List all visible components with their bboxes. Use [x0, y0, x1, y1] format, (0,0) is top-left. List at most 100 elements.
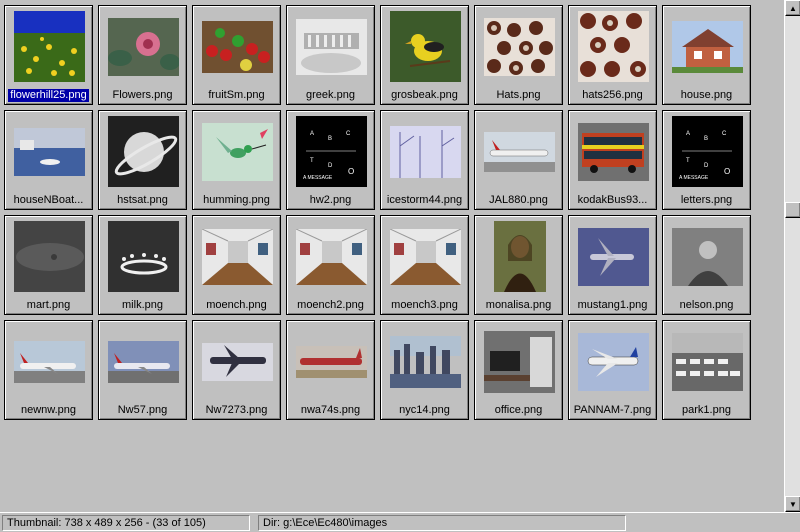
thumbnail-image: [672, 11, 743, 82]
thumbnail-caption: office.png: [494, 404, 543, 416]
scroll-up-button[interactable]: ▲: [785, 0, 800, 16]
thumbnail-caption: letters.png: [680, 194, 733, 206]
thumbnail-grid: flowerhill25.png Flowers.png fruitSm.png gr…: [0, 0, 784, 512]
thumbnail-tile[interactable]: hats256.png: [568, 5, 657, 105]
thumbnail-caption: nwa74s.png: [300, 404, 361, 416]
thumbnail-tile[interactable]: kodakBus93...: [568, 110, 657, 210]
thumbnail-image: [578, 326, 649, 397]
thumbnail-image: [202, 11, 273, 82]
thumbnail-tile[interactable]: nyc14.png: [380, 320, 469, 420]
thumbnail-caption: PANNAM-7.png: [573, 404, 652, 416]
thumbnail-tile[interactable]: moench2.png: [286, 215, 375, 315]
thumbnail-tile[interactable]: JAL880.png: [474, 110, 563, 210]
thumbnail-image: [390, 221, 461, 292]
thumbnail-caption: hats256.png: [582, 89, 643, 101]
thumbnail-image: [296, 11, 367, 82]
svg-text:O: O: [724, 167, 730, 176]
thumbnail-image: [578, 11, 649, 82]
thumbnail-tile[interactable]: milk.png: [98, 215, 187, 315]
svg-text:C: C: [722, 131, 727, 137]
thumbnail-tile[interactable]: flowerhill25.png: [4, 5, 93, 105]
thumbnail-image: [390, 11, 461, 82]
thumbnail-caption: fruitSm.png: [208, 89, 265, 101]
svg-text:D: D: [328, 163, 333, 169]
thumbnail-tile[interactable]: moench.png: [192, 215, 281, 315]
thumbnail-image: [108, 116, 179, 187]
status-directory: Dir: g:\Ece\Ec480\images: [258, 515, 626, 531]
thumbnail-caption: house.png: [680, 89, 733, 101]
thumbnail-image: [14, 116, 85, 187]
thumbnail-tile[interactable]: mustang1.png: [568, 215, 657, 315]
thumbnail-caption: flowerhill25.png: [8, 89, 89, 102]
thumbnail-tile[interactable]: moench3.png: [380, 215, 469, 315]
thumbnail-image: A B C T D O A MESSAGE: [296, 116, 367, 187]
thumbnail-caption: houseNBoat...: [13, 194, 84, 206]
arrow-down-icon: ▼: [789, 499, 797, 509]
thumbnail-caption: greek.png: [306, 89, 355, 101]
thumbnail-image: [484, 116, 555, 187]
thumbnail-caption: moench2.png: [297, 299, 364, 311]
thumbnail-tile[interactable]: nwa74s.png: [286, 320, 375, 420]
thumbnail-image: [484, 221, 555, 292]
thumbnail-caption: JAL880.png: [489, 194, 548, 206]
thumbnail-image: [202, 116, 273, 187]
thumbnail-caption: moench.png: [206, 299, 267, 311]
thumbnail-tile[interactable]: Hats.png: [474, 5, 563, 105]
thumbnail-image: A B C T D O A MESSAGE: [672, 116, 743, 187]
thumbnail-caption: grosbeak.png: [391, 89, 458, 101]
thumbnail-tile[interactable]: monalisa.png: [474, 215, 563, 315]
thumbnail-row: newnw.png Nw57.png Nw7273.png nwa74s.png nyc…: [4, 320, 764, 422]
vertical-scrollbar[interactable]: ▲ ▼: [784, 0, 800, 512]
svg-text:O: O: [348, 167, 354, 176]
thumbnail-tile[interactable]: PANNAM-7.png: [568, 320, 657, 420]
thumbnail-tile[interactable]: Nw57.png: [98, 320, 187, 420]
svg-text:C: C: [346, 131, 351, 137]
svg-text:B: B: [328, 136, 332, 142]
svg-text:T: T: [310, 158, 314, 164]
thumbnail-tile[interactable]: office.png: [474, 320, 563, 420]
thumbnail-image: [578, 116, 649, 187]
thumbnail-tile[interactable]: nelson.png: [662, 215, 751, 315]
arrow-up-icon: ▲: [789, 3, 797, 13]
thumbnail-caption: hw2.png: [309, 194, 352, 206]
svg-text:A MESSAGE: A MESSAGE: [679, 175, 709, 181]
thumbnail-image: [484, 11, 555, 82]
thumbnail-caption: mustang1.png: [577, 299, 648, 311]
thumbnail-caption: monalisa.png: [485, 299, 552, 311]
thumbnail-tile[interactable]: mart.png: [4, 215, 93, 315]
scroll-thumb[interactable]: [785, 202, 800, 218]
thumbnail-image: [296, 326, 367, 397]
thumbnail-image: [108, 221, 179, 292]
thumbnail-tile[interactable]: newnw.png: [4, 320, 93, 420]
thumbnail-image: [14, 11, 85, 82]
thumbnail-image: [390, 116, 461, 187]
thumbnail-tile[interactable]: A B C T D O A MESSAGE hw2.png: [286, 110, 375, 210]
thumbnail-tile[interactable]: greek.png: [286, 5, 375, 105]
thumbnail-caption: kodakBus93...: [577, 194, 648, 206]
thumbnail-tile[interactable]: icestorm44.png: [380, 110, 469, 210]
thumbnail-image: [578, 221, 649, 292]
thumbnail-tile[interactable]: house.png: [662, 5, 751, 105]
thumbnail-image: [202, 221, 273, 292]
thumbnail-caption: Nw57.png: [117, 404, 168, 416]
thumbnail-image: [484, 326, 555, 397]
thumbnail-row: flowerhill25.png Flowers.png fruitSm.png gr…: [4, 5, 764, 107]
thumbnail-tile[interactable]: A B C T D O A MESSAGE letters.png: [662, 110, 751, 210]
thumbnail-tile[interactable]: humming.png: [192, 110, 281, 210]
thumbnail-tile[interactable]: hstsat.png: [98, 110, 187, 210]
thumbnail-tile[interactable]: Nw7273.png: [192, 320, 281, 420]
thumbnail-row: houseNBoat... hstsat.png humming.png A B C T D O…: [4, 110, 764, 212]
svg-text:A: A: [310, 131, 314, 137]
status-thumbnail-info: Thumbnail: 738 x 489 x 256 - (33 of 105): [2, 515, 250, 531]
thumbnail-tile[interactable]: park1.png: [662, 320, 751, 420]
thumbnail-tile[interactable]: grosbeak.png: [380, 5, 469, 105]
scroll-down-button[interactable]: ▼: [785, 496, 800, 512]
svg-text:B: B: [704, 136, 708, 142]
thumbnail-caption: mart.png: [26, 299, 71, 311]
thumbnail-caption: humming.png: [203, 194, 270, 206]
thumbnail-caption: nyc14.png: [399, 404, 450, 416]
thumbnail-tile[interactable]: fruitSm.png: [192, 5, 281, 105]
svg-text:A: A: [686, 131, 690, 137]
thumbnail-tile[interactable]: Flowers.png: [98, 5, 187, 105]
thumbnail-tile[interactable]: houseNBoat...: [4, 110, 93, 210]
